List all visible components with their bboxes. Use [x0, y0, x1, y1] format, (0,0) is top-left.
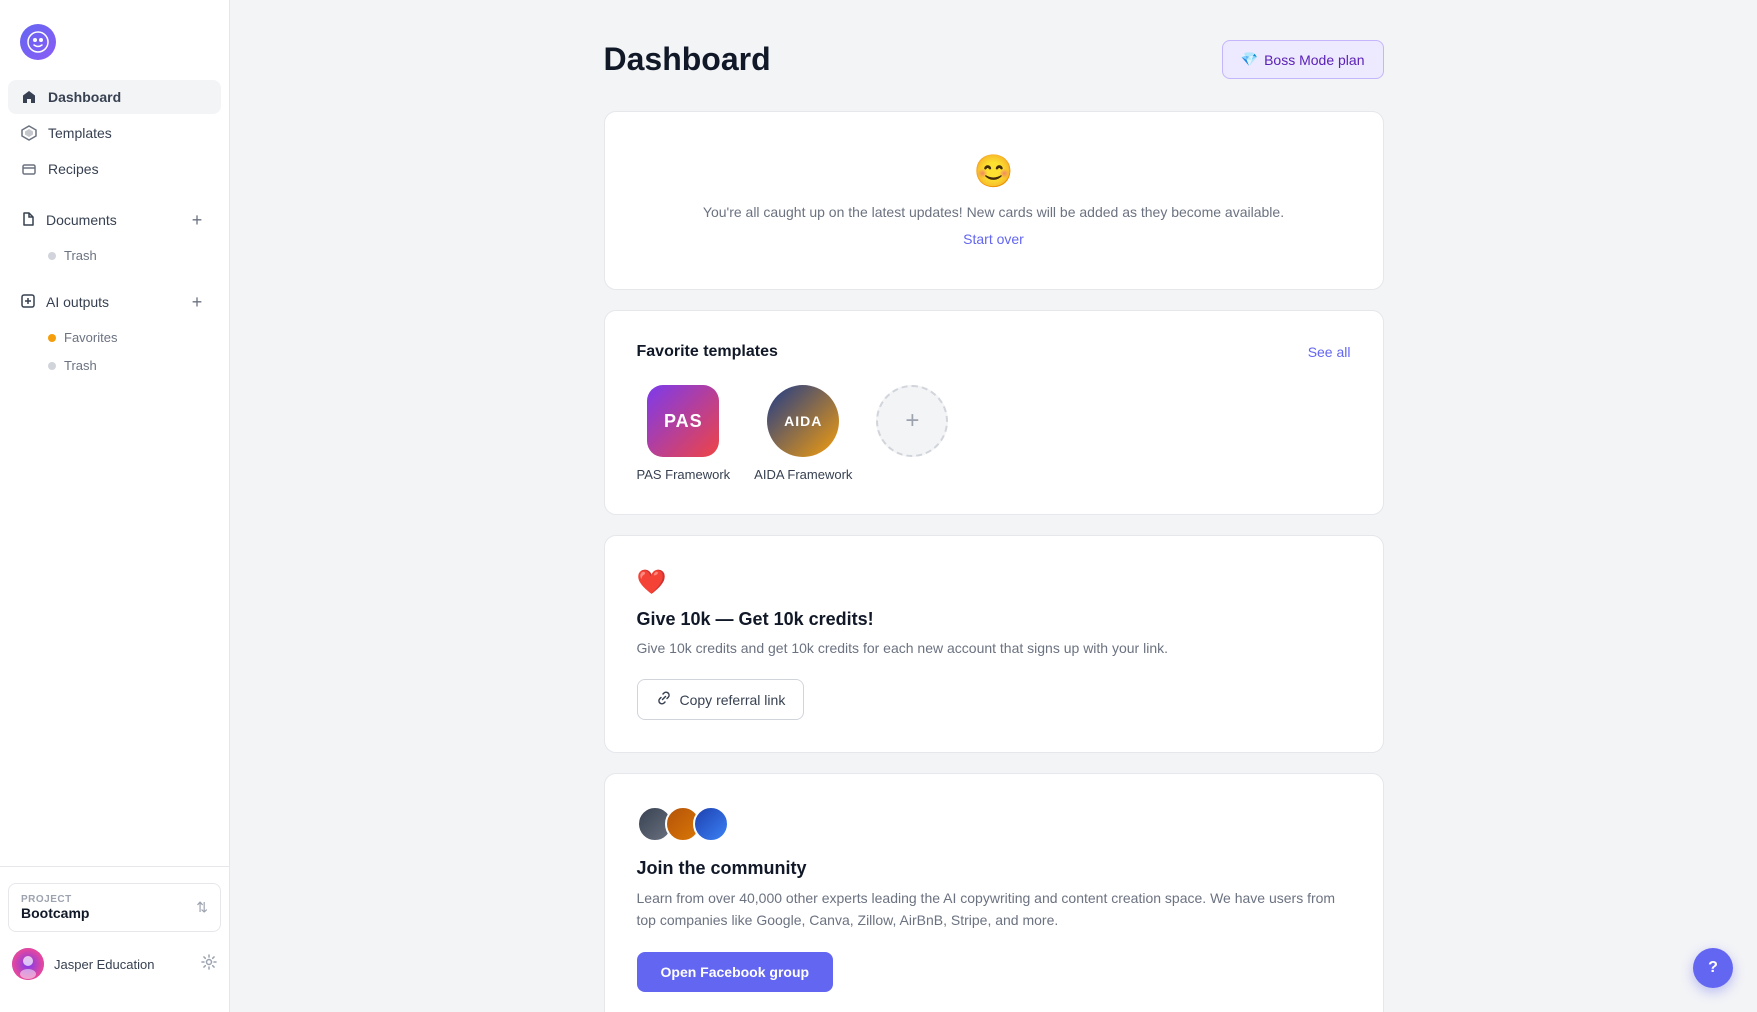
copy-referral-label: Copy referral link [680, 692, 786, 708]
user-row: Jasper Education [8, 940, 221, 988]
referral-description: Give 10k credits and get 10k credits for… [637, 638, 1351, 659]
open-facebook-button[interactable]: Open Facebook group [637, 952, 834, 992]
settings-icon[interactable] [201, 954, 217, 975]
aida-badge-text: AIDA [784, 413, 822, 429]
referral-title: Give 10k — Get 10k credits! [637, 609, 1351, 630]
plus-icon: + [905, 407, 919, 435]
community-title: Join the community [637, 858, 1351, 879]
sidebar-item-label: Recipes [48, 161, 99, 177]
community-avatars [637, 806, 1351, 842]
sidebar-navigation: Dashboard Templates Recipes [0, 80, 229, 866]
help-button[interactable]: ? [1693, 948, 1733, 988]
templates-card-header: Favorite templates See all [637, 343, 1351, 361]
add-document-button[interactable]: + [185, 208, 209, 232]
template-aida[interactable]: AIDA AIDA Framework [754, 385, 852, 482]
pas-badge: PAS [647, 385, 719, 457]
recipes-icon [20, 160, 38, 178]
sidebar-item-dashboard[interactable]: Dashboard [8, 80, 221, 114]
ai-outputs-icon [20, 293, 36, 312]
trash-dot-icon [48, 252, 56, 260]
add-more-badge: + [876, 385, 948, 457]
templates-card-title: Favorite templates [637, 343, 778, 361]
template-add-more[interactable]: + [876, 385, 948, 482]
updates-card: 😊 You're all caught up on the latest upd… [604, 111, 1384, 290]
sidebar-item-label: Dashboard [48, 89, 121, 105]
copy-referral-button[interactable]: Copy referral link [637, 679, 805, 720]
boss-mode-label: Boss Mode plan [1264, 52, 1364, 68]
ai-outputs-section-label: AI outputs [20, 293, 109, 312]
project-info: PROJECT Bootcamp [21, 894, 89, 921]
sidebar-item-recipes[interactable]: Recipes [8, 152, 221, 186]
template-grid: PAS PAS Framework AIDA AIDA Framework + [637, 385, 1351, 482]
template-pas[interactable]: PAS PAS Framework [637, 385, 731, 482]
app-logo [20, 24, 56, 60]
project-selector[interactable]: PROJECT Bootcamp ⇅ [8, 883, 221, 932]
page-title: Dashboard [604, 41, 771, 78]
ai-trash-dot-icon [48, 362, 56, 370]
documents-label: Documents [46, 212, 117, 228]
main-content: Dashboard 💎 Boss Mode plan 😊 You're all … [230, 0, 1757, 1012]
favorite-templates-card: Favorite templates See all PAS PAS Frame… [604, 310, 1384, 515]
pas-template-name: PAS Framework [637, 467, 731, 482]
sidebar-item-label: Templates [48, 125, 112, 141]
boss-mode-icon: 💎 [1241, 51, 1258, 68]
trash-label: Trash [64, 248, 97, 263]
see-all-link[interactable]: See all [1308, 344, 1351, 360]
aida-template-name: AIDA Framework [754, 467, 852, 482]
favorites-dot-icon [48, 334, 56, 342]
project-name: Bootcamp [21, 905, 89, 921]
sidebar-item-documents-trash[interactable]: Trash [8, 242, 221, 269]
boss-mode-button[interactable]: 💎 Boss Mode plan [1222, 40, 1384, 79]
add-ai-output-button[interactable]: + [185, 290, 209, 314]
project-chevron-icon: ⇅ [196, 899, 208, 916]
sidebar: Dashboard Templates Recipes [0, 0, 230, 1012]
pas-badge-text: PAS [664, 411, 703, 432]
favorites-label: Favorites [64, 330, 117, 345]
community-card: Join the community Learn from over 40,00… [604, 773, 1384, 1012]
aida-badge: AIDA [767, 385, 839, 457]
updates-emoji: 😊 [637, 152, 1351, 190]
user-name: Jasper Education [54, 957, 191, 972]
ai-trash-label: Trash [64, 358, 97, 373]
ai-outputs-label: AI outputs [46, 294, 109, 310]
sidebar-item-favorites[interactable]: Favorites [8, 324, 221, 351]
updates-text: You're all caught up on the latest updat… [637, 202, 1351, 223]
ai-outputs-section[interactable]: AI outputs + [8, 282, 221, 322]
community-description: Learn from over 40,000 other experts lea… [637, 887, 1351, 932]
logo-area[interactable] [0, 16, 229, 80]
sidebar-item-ai-trash[interactable]: Trash [8, 352, 221, 379]
sidebar-bottom: PROJECT Bootcamp ⇅ J [0, 866, 229, 996]
referral-heart-icon: ❤️ [637, 568, 1351, 597]
facebook-button-label: Open Facebook group [661, 964, 810, 980]
referral-card: ❤️ Give 10k — Get 10k credits! Give 10k … [604, 535, 1384, 753]
documents-section-label: Documents [20, 211, 117, 230]
sidebar-item-templates[interactable]: Templates [8, 116, 221, 150]
page-header: Dashboard 💎 Boss Mode plan [604, 40, 1384, 79]
home-icon [20, 88, 38, 106]
project-label: PROJECT [21, 894, 89, 905]
documents-section[interactable]: Documents + [8, 200, 221, 240]
avatar [12, 948, 44, 980]
link-icon [656, 690, 672, 709]
document-icon [20, 211, 36, 230]
templates-icon [20, 124, 38, 142]
community-avatar-3 [693, 806, 729, 842]
start-over-link[interactable]: Start over [963, 231, 1024, 247]
